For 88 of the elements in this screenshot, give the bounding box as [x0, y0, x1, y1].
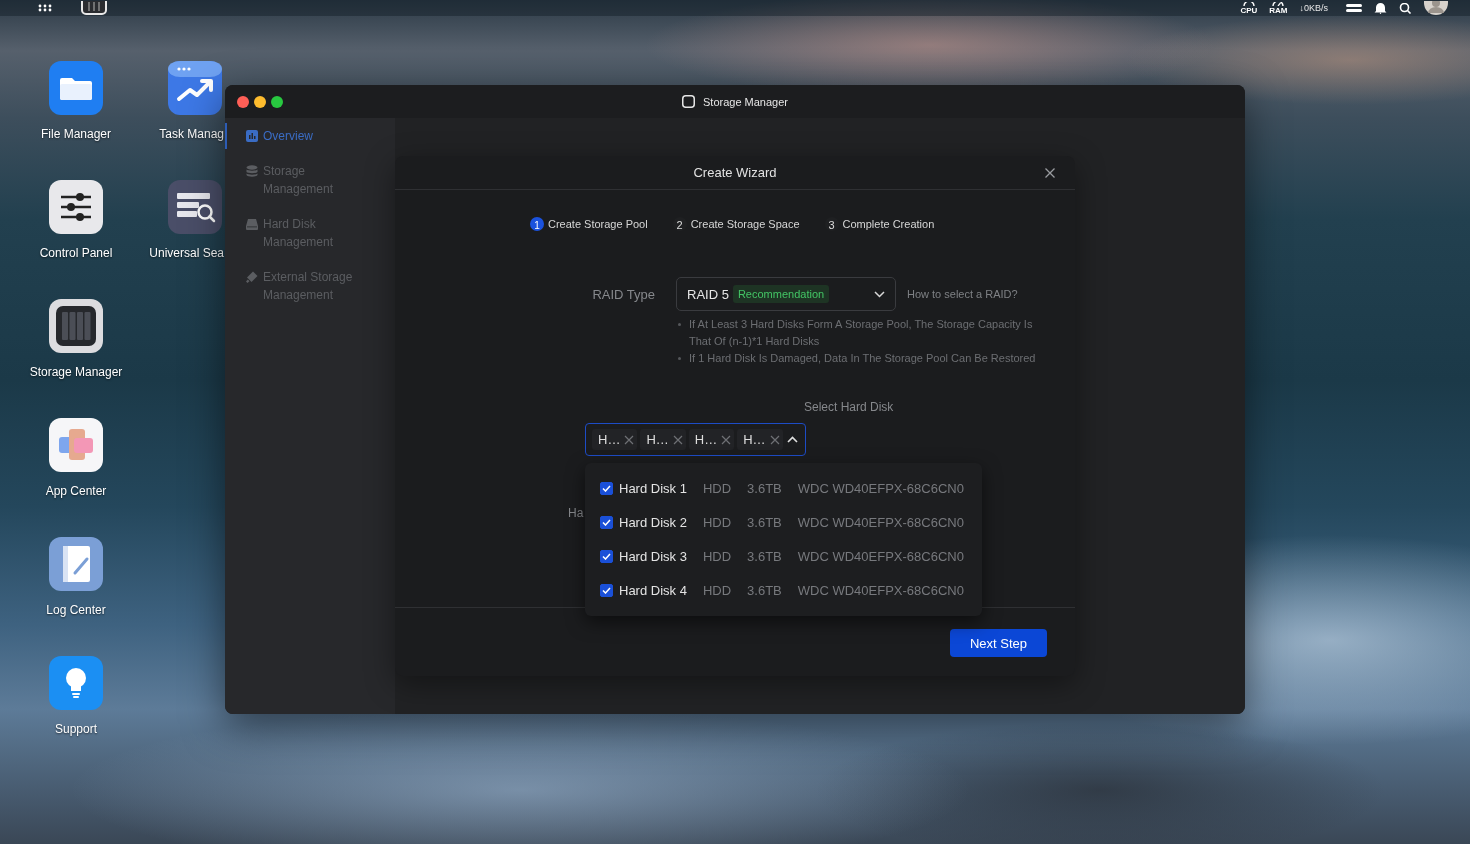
disk-model: WDC WD40EFPX-68C6CN0: [797, 514, 964, 530]
disk-model: WDC WD40EFPX-68C6CN0: [797, 548, 964, 564]
recommendation-badge: Recommendation: [732, 285, 830, 303]
note-text: If 1 Hard Disk Is Damaged, Data In The Storage Pool Can Be Restored: [689, 351, 1037, 366]
window-app-icon: [682, 95, 695, 108]
step-label: Create Storage Pool: [548, 218, 648, 230]
drive-bays-icon: [49, 299, 103, 353]
gauge-icon: [1241, 1, 1256, 6]
avatar-icon[interactable]: [1424, 1, 1448, 15]
step-label: Complete Creation: [842, 218, 935, 230]
bell-icon[interactable]: [1374, 2, 1387, 14]
app-grid-icon[interactable]: [38, 4, 52, 12]
chevron-down-icon: [874, 290, 885, 298]
raid-type-select[interactable]: RAID 5 Recommendation: [676, 277, 896, 311]
tag-text: H…: [646, 432, 669, 447]
app-shortcut[interactable]: Task Manag: [146, 61, 224, 142]
close-button[interactable]: [1044, 167, 1056, 179]
step-number: 2: [672, 217, 687, 231]
tag-text: H…: [694, 432, 718, 447]
lightbulb-icon: [49, 656, 103, 710]
disk-type: HDD: [702, 514, 732, 530]
help-link[interactable]: How to select a RAID?: [907, 288, 1018, 300]
window-close-button[interactable]: [237, 95, 249, 108]
gauge-icon: [1271, 1, 1286, 6]
network-speed: ↓0KB/s: [1299, 3, 1328, 13]
tag-text: H…: [743, 432, 766, 447]
field-label: Select Hard Disk: [804, 399, 894, 415]
app-shortcut[interactable]: App Center: [21, 418, 131, 499]
app-shortcut[interactable]: File Manager: [21, 61, 131, 142]
step-number: 1: [530, 217, 544, 231]
step-number: 3: [824, 217, 839, 231]
sliders-icon: [49, 180, 103, 234]
disk-type: HDD: [702, 480, 732, 496]
field-label: Ha: [568, 505, 584, 521]
remove-icon[interactable]: [624, 434, 635, 445]
stacked-bars-icon[interactable]: [1346, 3, 1362, 13]
window-title: Storage Manager: [703, 95, 788, 108]
app-shortcut[interactable]: Log Center: [21, 537, 131, 618]
check-icon: [602, 518, 611, 526]
checkbox[interactable]: [600, 481, 613, 495]
tag-text: H…: [598, 432, 621, 447]
remove-icon[interactable]: [721, 434, 732, 445]
indicator-label: CPU: [1240, 6, 1258, 15]
dialog-title: Create Wizard: [693, 165, 777, 180]
field-label: RAID Type: [592, 286, 655, 302]
drive-bays-icon[interactable]: [81, 1, 107, 15]
database-icon: [246, 165, 258, 177]
remove-icon[interactable]: [672, 434, 683, 445]
disk-name: Hard Disk 2: [619, 514, 687, 530]
disk-capacity: 3.6TB: [747, 514, 782, 530]
disk-capacity: 3.6TB: [747, 582, 782, 598]
disk-multi-select[interactable]: H… H… H… H…: [585, 423, 806, 456]
notebook-pen-icon: [49, 537, 103, 591]
disk-name: Hard Disk 1: [619, 480, 687, 496]
disk-type: HDD: [702, 582, 732, 598]
search-icon[interactable]: [1399, 2, 1412, 14]
window-maximize-button[interactable]: [271, 95, 283, 108]
remove-icon[interactable]: [769, 434, 780, 445]
indicator-label: RAM: [1269, 6, 1288, 15]
folder-icon: [49, 61, 103, 115]
bullet-icon: [678, 357, 681, 360]
disk-model: WDC WD40EFPX-68C6CN0: [797, 480, 964, 496]
usb-stick-icon: [246, 271, 258, 283]
bullet-icon: [678, 323, 681, 326]
overlapping-squares-icon: [49, 418, 103, 472]
checkbox[interactable]: [600, 549, 613, 563]
chart-icon: [246, 130, 258, 142]
disk-capacity: 3.6TB: [747, 480, 782, 496]
check-icon: [602, 552, 611, 560]
next-step-button[interactable]: Next Step: [949, 629, 1047, 657]
disk-capacity: 3.6TB: [747, 548, 782, 564]
list-magnifier-icon: [168, 180, 222, 234]
window-minimize-button[interactable]: [254, 95, 266, 108]
app-shortcut[interactable]: Universal Sea: [146, 180, 224, 261]
check-icon: [602, 484, 611, 492]
app-shortcut[interactable]: Control Panel: [21, 180, 131, 261]
checkbox[interactable]: [600, 515, 613, 529]
checkbox[interactable]: [600, 583, 613, 597]
app-shortcut[interactable]: Storage Manager: [21, 299, 131, 380]
check-icon: [602, 586, 611, 594]
disk-name: Hard Disk 4: [619, 582, 687, 598]
close-icon: [1044, 167, 1056, 179]
note-text: If At Least 3 Hard Disks Form A Storage Pool, The Storage Capacity Is That Of (n-1)*1 Hard Disks: [689, 317, 1034, 349]
step-label: Create Storage Space: [690, 218, 800, 230]
disk-type: HDD: [702, 548, 732, 564]
disk-name: Hard Disk 3: [619, 548, 687, 564]
disk-model: WDC WD40EFPX-68C6CN0: [797, 582, 964, 598]
app-shortcut[interactable]: Support: [21, 656, 131, 737]
